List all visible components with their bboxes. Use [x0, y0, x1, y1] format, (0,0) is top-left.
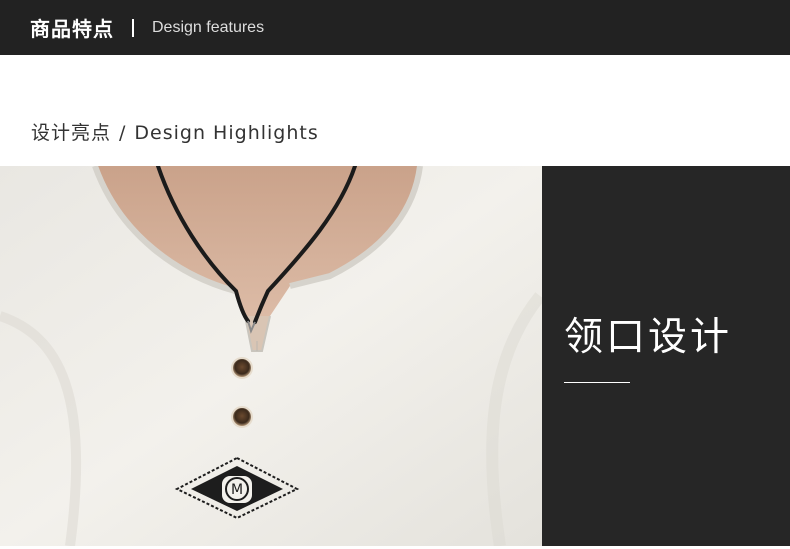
feature-label: 领口设计 [564, 315, 733, 360]
section-title: 设计亮点 / Design Highlights [31, 118, 319, 145]
header-title-en: Design features [152, 18, 265, 36]
section-title-slash: / [119, 122, 127, 144]
collar-button-bottom [231, 406, 253, 428]
collar-button-top [231, 357, 253, 379]
header-separator [132, 18, 134, 37]
shirt-collar-illustration: M [0, 166, 542, 546]
header-title-cn: 商品特点 [30, 17, 114, 41]
header-bar: 商品特点 Design features [0, 0, 790, 55]
section-title-en: Design Highlights [134, 122, 319, 144]
feature-underline [564, 382, 630, 383]
emblem-letter: M [231, 482, 243, 498]
product-photo: M [0, 166, 542, 546]
section-title-cn: 设计亮点 [31, 122, 112, 144]
feature-panel: 领口设计 [542, 166, 790, 546]
